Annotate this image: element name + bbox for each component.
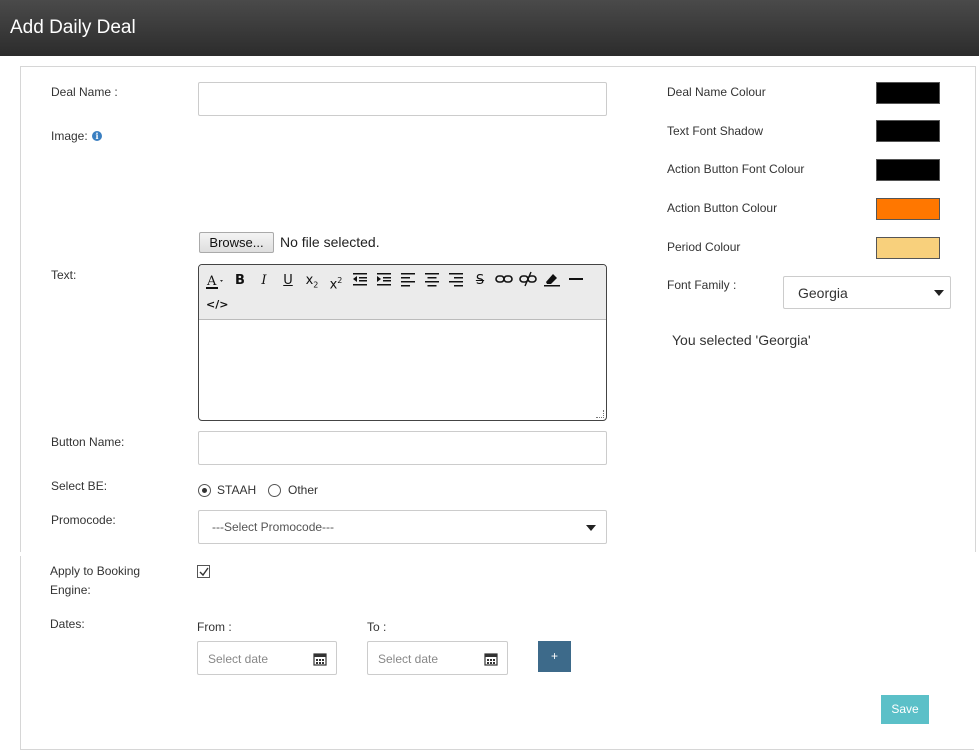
font-family-selected-value: Georgia [798,285,848,301]
browse-button[interactable]: Browse... [199,232,274,253]
chevron-down-icon [586,525,596,531]
staah-radio-label: STAAH [217,483,257,497]
action-button-font-colour-swatch[interactable] [876,159,940,181]
apply-booking-label-line2: Engine: [50,583,91,597]
save-button[interactable]: Save [881,695,929,724]
button-name-input[interactable] [198,431,607,465]
dates-label: Dates: [50,617,85,631]
other-radio-label: Other [288,483,319,497]
text-font-shadow-swatch[interactable] [876,120,940,142]
from-date-placeholder: Select date [208,652,269,666]
page-title: Add Daily Deal [10,17,136,38]
superscript-icon[interactable]: x2 [326,271,346,292]
font-selection-message: You selected 'Georgia' [672,332,811,348]
editor-toolbar: A B I U x2 x2 S </> [199,265,606,320]
info-icon[interactable]: i [92,131,102,141]
rich-text-editor: A B I U x2 x2 S </> [198,264,607,421]
staah-radio[interactable] [198,484,211,497]
resize-handle[interactable] [596,410,604,418]
add-date-button[interactable]: + [538,641,571,672]
action-button-colour-swatch[interactable] [876,198,940,220]
svg-text:A: A [206,274,217,289]
page-header: Add Daily Deal [0,0,979,56]
calendar-icon[interactable] [313,652,327,666]
deal-name-input[interactable] [198,82,607,116]
chevron-down-icon [934,290,944,296]
panel-divider [974,552,978,751]
code-view-icon[interactable]: </> [206,295,228,315]
select-be-label: Select BE: [51,479,108,493]
text-label: Text: [51,268,77,282]
button-name-label: Button Name: [51,435,125,449]
action-button-font-colour-label: Action Button Font Colour [667,162,805,176]
promocode-select[interactable]: ---Select Promocode--- [198,510,607,544]
link-icon[interactable] [494,271,514,291]
to-date-input[interactable]: Select date [367,641,508,675]
bold-icon[interactable]: B [230,271,250,291]
indent-icon[interactable] [374,271,394,291]
period-colour-swatch[interactable] [876,237,940,259]
deal-name-label: Deal Name : [51,85,118,99]
align-center-icon[interactable] [422,271,442,291]
deal-name-colour-swatch[interactable] [876,82,940,104]
strikethrough-icon[interactable]: S [470,271,490,291]
text-font-shadow-label: Text Font Shadow [667,124,764,138]
subscript-icon[interactable]: x2 [302,271,322,291]
underline-icon[interactable]: U [278,271,298,291]
period-colour-label: Period Colour [667,240,741,254]
promocode-label: Promocode: [51,513,116,527]
font-family-label: Font Family : [667,278,737,292]
apply-booking-label-line1: Apply to Booking [50,564,141,578]
horizontal-rule-icon[interactable] [566,271,586,291]
to-date-placeholder: Select date [378,652,439,666]
panel-divider [18,552,22,556]
italic-icon[interactable]: I [254,271,274,291]
deal-name-colour-label: Deal Name Colour [667,85,766,99]
apply-booking-checkbox[interactable] [197,565,210,578]
file-status: No file selected. [280,234,380,250]
eraser-icon[interactable] [542,271,562,291]
promocode-selected-value: ---Select Promocode--- [212,520,335,534]
align-left-icon[interactable] [398,271,418,291]
from-label: From : [197,620,232,634]
to-label: To : [367,620,387,634]
image-label: Image: [51,129,88,143]
from-date-input[interactable]: Select date [197,641,337,675]
check-icon [199,567,209,577]
action-button-colour-label: Action Button Colour [667,201,778,215]
align-right-icon[interactable] [446,271,466,291]
font-color-icon[interactable]: A [204,271,224,291]
other-radio[interactable] [268,484,281,497]
calendar-icon[interactable] [484,652,498,666]
outdent-icon[interactable] [350,271,370,291]
unlink-icon[interactable] [518,271,538,291]
font-family-select[interactable]: Georgia [783,276,951,309]
